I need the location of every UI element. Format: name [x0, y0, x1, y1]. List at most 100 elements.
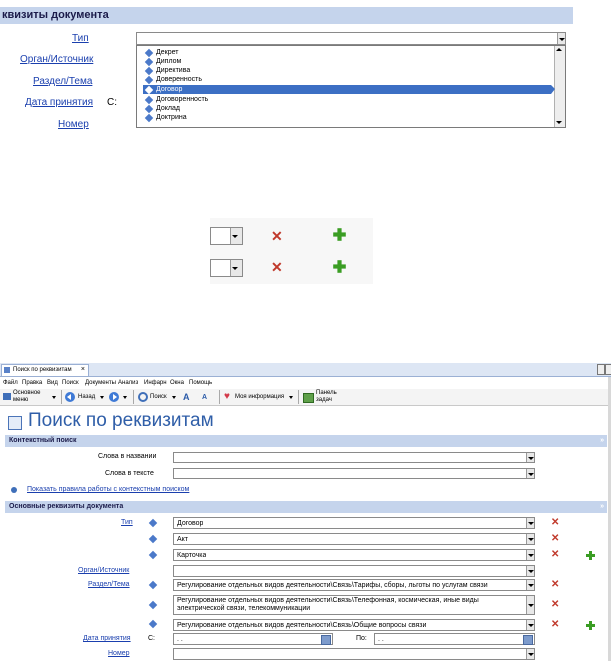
context-section-header[interactable]: Контекстный поиск » — [5, 435, 607, 447]
nomer-label[interactable]: Номер — [108, 650, 130, 657]
back-button[interactable]: Назад — [64, 390, 106, 404]
chevron-down-icon[interactable] — [172, 396, 176, 399]
chevron-down-icon[interactable] — [526, 620, 534, 630]
chevron-down-icon[interactable] — [526, 534, 534, 544]
calendar-icon[interactable] — [321, 635, 331, 645]
chevron-down-icon[interactable] — [100, 396, 104, 399]
dropdown-item[interactable]: Доклад — [144, 104, 180, 114]
top-label-razdel[interactable]: Раздел/Тема — [33, 76, 92, 87]
menu-windows[interactable]: Окна — [170, 379, 184, 388]
search-button[interactable]: Поиск — [137, 390, 177, 404]
toolbar-separator — [61, 390, 62, 404]
delete-icon[interactable]: ✕ — [271, 260, 283, 274]
main-section-header[interactable]: Основные реквизиты документа » — [5, 501, 607, 513]
top-tip-combo[interactable] — [136, 32, 566, 45]
chevron-down-icon[interactable] — [230, 260, 242, 276]
scroll-up-icon[interactable] — [556, 48, 562, 51]
top-label-tip[interactable]: Тип — [72, 33, 89, 44]
task-panel-button[interactable]: Панель задач — [302, 390, 342, 404]
nomer-combo[interactable] — [173, 648, 535, 660]
back-label: Назад — [78, 394, 96, 400]
organ-combo[interactable] — [173, 565, 535, 577]
font-decrease-icon[interactable]: A — [202, 392, 207, 404]
dropdown-item[interactable]: Доктрина — [144, 113, 187, 123]
chevron-down-icon[interactable] — [557, 33, 565, 44]
tab-close-icon[interactable]: × — [81, 365, 85, 374]
delete-icon[interactable]: ✕ — [551, 534, 559, 544]
chevron-down-icon[interactable] — [526, 550, 534, 560]
dropdown-item[interactable]: Доверенность — [144, 75, 202, 85]
razdel-combo-2[interactable]: Регулирование отдельных видов деятельнос… — [173, 595, 535, 615]
forward-button[interactable] — [108, 390, 130, 404]
tip-label[interactable]: Тип — [121, 519, 133, 526]
chevron-down-icon[interactable] — [526, 518, 534, 528]
add-icon[interactable] — [586, 621, 595, 630]
razdel-label[interactable]: Раздел/Тема — [88, 581, 130, 588]
restore-icon[interactable] — [605, 364, 611, 375]
chevron-down-icon[interactable] — [526, 469, 534, 478]
dropdown-item[interactable]: Диплом — [144, 57, 181, 67]
chevron-down-icon[interactable] — [526, 566, 534, 576]
organ-label[interactable]: Орган/Источник — [78, 567, 129, 574]
tip-combo-2[interactable]: Акт — [173, 533, 535, 545]
delete-icon[interactable]: ✕ — [551, 580, 559, 590]
dropdown-item[interactable]: Договоренность — [144, 95, 208, 105]
font-increase-icon[interactable]: A — [183, 391, 190, 403]
words-in-text-input[interactable] — [173, 468, 535, 479]
minimize-icon[interactable] — [597, 364, 605, 375]
chevron-down-icon[interactable] — [526, 649, 534, 659]
my-info-button[interactable]: ♥ Моя информация — [223, 390, 295, 404]
menu-view[interactable]: Вид — [47, 379, 58, 388]
menu-search[interactable]: Поиск — [62, 379, 79, 388]
collapse-icon[interactable]: » — [600, 501, 604, 512]
chevron-down-icon[interactable] — [123, 396, 127, 399]
menu-edit[interactable]: Правка — [22, 379, 42, 388]
tab-strip: Поиск по реквизитам × — [0, 363, 611, 377]
menu-analysis[interactable]: Анализ — [118, 379, 138, 388]
words-in-title-input[interactable] — [173, 452, 535, 463]
mid-combo-1[interactable] — [210, 227, 243, 245]
page-title: Поиск по реквизитам — [28, 410, 214, 431]
tip-combo-1[interactable]: Договор — [173, 517, 535, 529]
context-rules-link[interactable]: Показать правила работы с контекстным по… — [27, 486, 189, 493]
chevron-down-icon[interactable] — [289, 396, 293, 399]
main-menu-button[interactable]: Основное меню — [2, 390, 58, 404]
dropdown-item-selected[interactable]: Договор — [144, 85, 182, 95]
menu-help[interactable]: Помощь — [189, 379, 212, 388]
razdel-combo-1[interactable]: Регулирование отдельных видов деятельнос… — [173, 579, 535, 591]
menu-infarn[interactable]: Инфарн — [144, 379, 167, 388]
date-label[interactable]: Дата принятия — [83, 635, 131, 642]
chevron-down-icon[interactable] — [526, 453, 534, 462]
collapse-icon[interactable]: » — [600, 435, 604, 446]
dropdown-item[interactable]: Директива — [144, 66, 190, 76]
add-icon[interactable] — [333, 260, 346, 273]
delete-icon[interactable]: ✕ — [551, 518, 559, 528]
top-dropdown-list[interactable]: Декрет Диплом Директива Доверенность Дог… — [136, 45, 566, 128]
scroll-down-icon[interactable] — [556, 121, 562, 124]
chevron-down-icon[interactable] — [526, 596, 534, 614]
chevron-down-icon[interactable] — [230, 228, 242, 244]
top-label-organ[interactable]: Орган/Источник — [20, 54, 93, 65]
menu-documents[interactable]: Документы — [85, 379, 116, 388]
chevron-down-icon[interactable] — [526, 580, 534, 590]
add-icon[interactable] — [333, 228, 346, 241]
delete-icon[interactable]: ✕ — [551, 600, 559, 610]
calendar-icon[interactable] — [523, 635, 533, 645]
menu-file[interactable]: Файл — [3, 379, 18, 388]
add-icon[interactable] — [586, 551, 595, 560]
doc-tab[interactable]: Поиск по реквизитам × — [1, 364, 89, 376]
razdel-combo-3[interactable]: Регулирование отдельных видов деятельнос… — [173, 619, 535, 631]
date-from-input[interactable]: . . — [173, 633, 333, 645]
top-label-data[interactable]: Дата принятия — [25, 97, 93, 108]
top-label-nomer[interactable]: Номер — [58, 119, 89, 130]
date-to-input[interactable]: . . — [374, 633, 535, 645]
delete-icon[interactable]: ✕ — [271, 229, 283, 243]
dropdown-item[interactable]: Декрет — [144, 48, 178, 58]
chevron-down-icon[interactable] — [52, 396, 56, 399]
mid-combo-2[interactable] — [210, 259, 243, 277]
dropdown-scrollbar[interactable] — [554, 46, 565, 127]
app-window: Поиск по реквизитам × Файл Правка Вид По… — [0, 363, 611, 661]
delete-icon[interactable]: ✕ — [551, 550, 559, 560]
tip-combo-3[interactable]: Карточка — [173, 549, 535, 561]
delete-icon[interactable]: ✕ — [551, 620, 559, 630]
